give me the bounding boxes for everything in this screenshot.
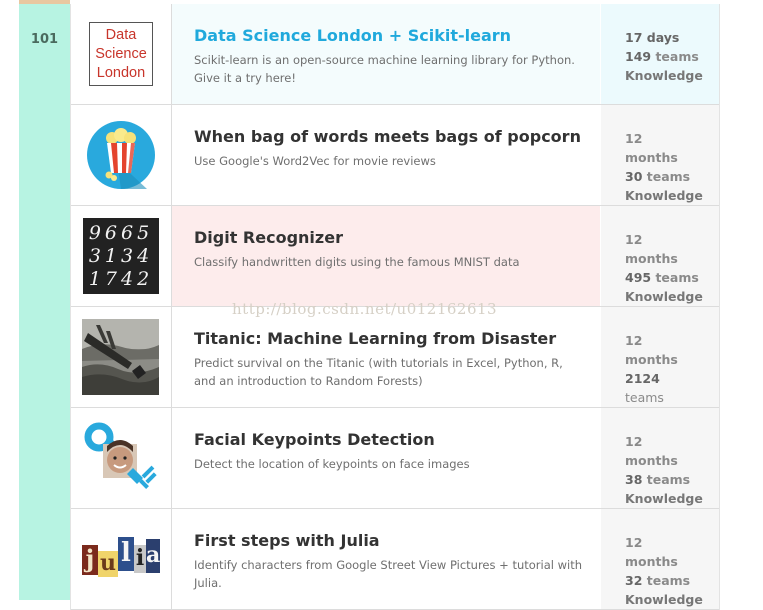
- competition-description: Identify characters from Google Street V…: [194, 558, 583, 590]
- competition-row[interactable]: Titanic: Machine Learning from Disaster …: [71, 307, 719, 408]
- team-count: 495: [625, 270, 652, 285]
- julia-letter: l: [118, 537, 134, 571]
- duration-unit: months: [625, 352, 678, 367]
- teams-label: teams: [646, 472, 691, 487]
- duration-number: 12: [625, 131, 643, 146]
- competition-description: Scikit-learn is an open-source machine l…: [194, 53, 575, 85]
- team-count: 30: [625, 169, 643, 184]
- competition-title[interactable]: When bag of words meets bags of popcorn: [194, 127, 581, 146]
- rank-column: 101: [19, 4, 70, 600]
- competition-main: Titanic: Machine Learning from Disaster …: [172, 307, 600, 407]
- digits-row: 9665: [88, 222, 154, 244]
- logo-cell: j u l i a: [71, 509, 172, 609]
- competition-row[interactable]: When bag of words meets bags of popcorn …: [71, 105, 719, 206]
- category-label: Knowledge: [625, 188, 703, 203]
- logo-text: Science: [95, 46, 147, 62]
- competition-main: First steps with Julia Identify characte…: [172, 509, 600, 609]
- teams-label: teams: [646, 169, 691, 184]
- competition-main: Facial Keypoints Detection Detect the lo…: [172, 408, 600, 508]
- duration: 17 days: [625, 30, 680, 45]
- duration-unit: months: [625, 150, 678, 165]
- team-count: 149: [625, 49, 652, 64]
- logo-cell: [71, 105, 172, 205]
- teams-label: teams: [625, 390, 664, 405]
- competition-description: Classify handwritten digits using the fa…: [194, 255, 520, 269]
- logo-text: Data: [105, 27, 137, 43]
- rank-number: 101: [30, 32, 59, 47]
- competition-meta: 17 days 149 teams Knowledge: [601, 4, 719, 104]
- team-count: 32: [625, 573, 643, 588]
- duration-number: 12: [625, 333, 643, 348]
- competition-main: Digit Recognizer Classify handwritten di…: [172, 206, 600, 306]
- logo-cell: [71, 307, 172, 407]
- competition-description: Detect the location of keypoints on face…: [194, 457, 470, 471]
- duration-number: 12: [625, 232, 643, 247]
- competition-meta: 12 months 495 teams Knowledge: [601, 206, 719, 306]
- julia-letter: a: [146, 539, 160, 573]
- digits-row: 3134: [88, 245, 154, 267]
- competition-main: Data Science London + Scikit-learn Sciki…: [172, 4, 600, 104]
- competition-row[interactable]: Facial Keypoints Detection Detect the lo…: [71, 408, 719, 509]
- teams-label: teams: [655, 270, 699, 285]
- digits-row: 1742: [88, 268, 154, 290]
- competition-meta: 12 months 38 teams Knowledge: [601, 408, 719, 508]
- teams-label: teams: [655, 49, 699, 64]
- competition-title[interactable]: First steps with Julia: [194, 531, 380, 550]
- competition-main: When bag of words meets bags of popcorn …: [172, 105, 600, 205]
- logo-cell: [71, 408, 172, 508]
- competition-meta: 12 months 32 teams Knowledge: [601, 509, 719, 609]
- julia-thumbnail[interactable]: j u l i a: [82, 531, 160, 587]
- competition-list: Data Science London Data Science London …: [70, 4, 720, 610]
- category-label: Knowledge: [625, 68, 703, 83]
- duration-number: 12: [625, 434, 643, 449]
- competition-row[interactable]: j u l i a First steps with Julia Identif…: [71, 509, 719, 610]
- category-label: Knowledge: [625, 491, 703, 506]
- logo-cell: 9665 3134 1742: [71, 206, 172, 306]
- julia-letter: u: [98, 550, 118, 577]
- titanic-thumbnail[interactable]: [82, 319, 159, 395]
- popcorn-icon[interactable]: [87, 121, 155, 189]
- competition-description: Predict survival on the Titanic (with tu…: [194, 356, 563, 388]
- julia-letter: i: [134, 545, 146, 573]
- competition-title-link[interactable]: Data Science London + Scikit-learn: [194, 26, 511, 45]
- competition-description: Use Google's Word2Vec for movie reviews: [194, 154, 436, 168]
- competition-title[interactable]: Digit Recognizer: [194, 228, 343, 247]
- duration-unit: months: [625, 251, 678, 266]
- team-count: 38: [625, 472, 643, 487]
- face-keypoints-icon[interactable]: [83, 422, 159, 498]
- duration-number: 12: [625, 535, 643, 550]
- competition-title[interactable]: Facial Keypoints Detection: [194, 430, 435, 449]
- logo-text: London: [96, 65, 146, 81]
- data-science-london-logo[interactable]: Data Science London: [89, 22, 153, 86]
- logo-cell: Data Science London: [71, 4, 172, 104]
- competition-title[interactable]: Titanic: Machine Learning from Disaster: [194, 329, 556, 348]
- team-count: 2124: [625, 371, 660, 386]
- competition-row[interactable]: Data Science London Data Science London …: [71, 4, 719, 105]
- julia-letter: j: [82, 545, 98, 575]
- duration-unit: months: [625, 554, 678, 569]
- competition-meta: 12 months 2124 teams: [601, 307, 719, 407]
- handwritten-digits-thumbnail[interactable]: 9665 3134 1742: [83, 218, 159, 294]
- competition-meta: 12 months 30 teams Knowledge: [601, 105, 719, 205]
- teams-label: teams: [646, 573, 691, 588]
- competition-row[interactable]: 9665 3134 1742 Digit Recognizer Classify…: [71, 206, 719, 307]
- category-label: Knowledge: [625, 289, 703, 304]
- duration-unit: months: [625, 453, 678, 468]
